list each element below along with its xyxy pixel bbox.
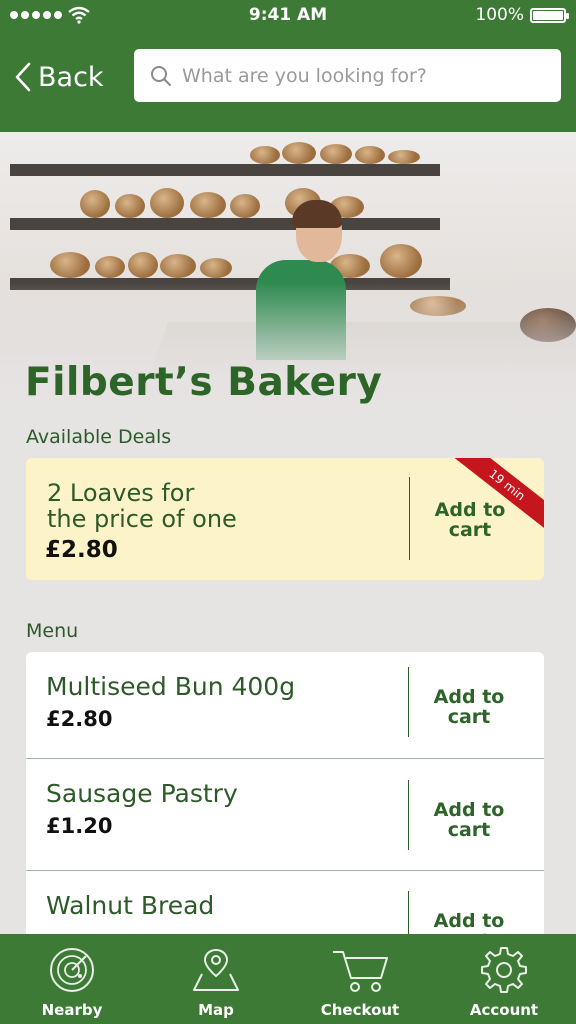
divider [409,477,410,560]
battery-icon [530,8,569,23]
item-price: £2.80 [46,707,113,731]
search-bar[interactable] [134,49,561,102]
add-to-cart-button[interactable]: Add to cart [426,800,512,840]
item-name: Walnut Bread [46,891,215,920]
battery-percent: 100% [475,5,524,25]
app-header: 9:41 AM 100% Back [0,0,576,132]
tab-nearby[interactable]: Nearby [0,934,144,1024]
gear-icon [481,947,527,993]
chevron-left-icon [15,62,31,92]
radar-icon [50,948,94,992]
add-to-cart-button[interactable]: Add to cart [426,687,512,727]
deals-section-label: Available Deals [26,426,172,448]
menu-list: Multiseed Bun 400g £2.80 Add to cart Sau… [26,652,544,935]
map-pin-icon [193,948,239,991]
divider [408,891,409,935]
deal-card: 2 Loaves for the price of one £2.80 Add … [26,458,544,580]
back-label: Back [38,61,104,93]
deal-add-to-cart-button[interactable]: Add to cart [428,500,512,540]
back-button[interactable]: Back [14,60,104,94]
cart-icon [333,951,388,992]
menu-section-label: Menu [26,620,79,642]
deal-title: 2 Loaves for the price of one [47,479,237,533]
search-input[interactable] [182,64,542,87]
tab-map[interactable]: Map [144,934,288,1024]
search-icon [151,65,171,86]
item-name: Multiseed Bun 400g [46,672,296,701]
store-title: Filbert’s Bakery [25,360,383,405]
divider [408,780,409,850]
tab-account[interactable]: Account [432,934,576,1024]
menu-item: Walnut Bread Add to cart [26,870,544,935]
status-bar: 9:41 AM 100% [0,0,576,32]
menu-item: Sausage Pastry £1.20 Add to cart [26,758,544,870]
tab-bar: Nearby Map Checkout Account [0,934,576,1024]
item-price: £1.20 [46,814,113,838]
add-to-cart-button[interactable]: Add to cart [426,911,512,935]
menu-item: Multiseed Bun 400g £2.80 Add to cart [26,652,544,764]
item-name: Sausage Pastry [46,779,238,808]
deal-price: £2.80 [45,537,118,563]
tab-checkout[interactable]: Checkout [288,934,432,1024]
divider [408,667,409,737]
